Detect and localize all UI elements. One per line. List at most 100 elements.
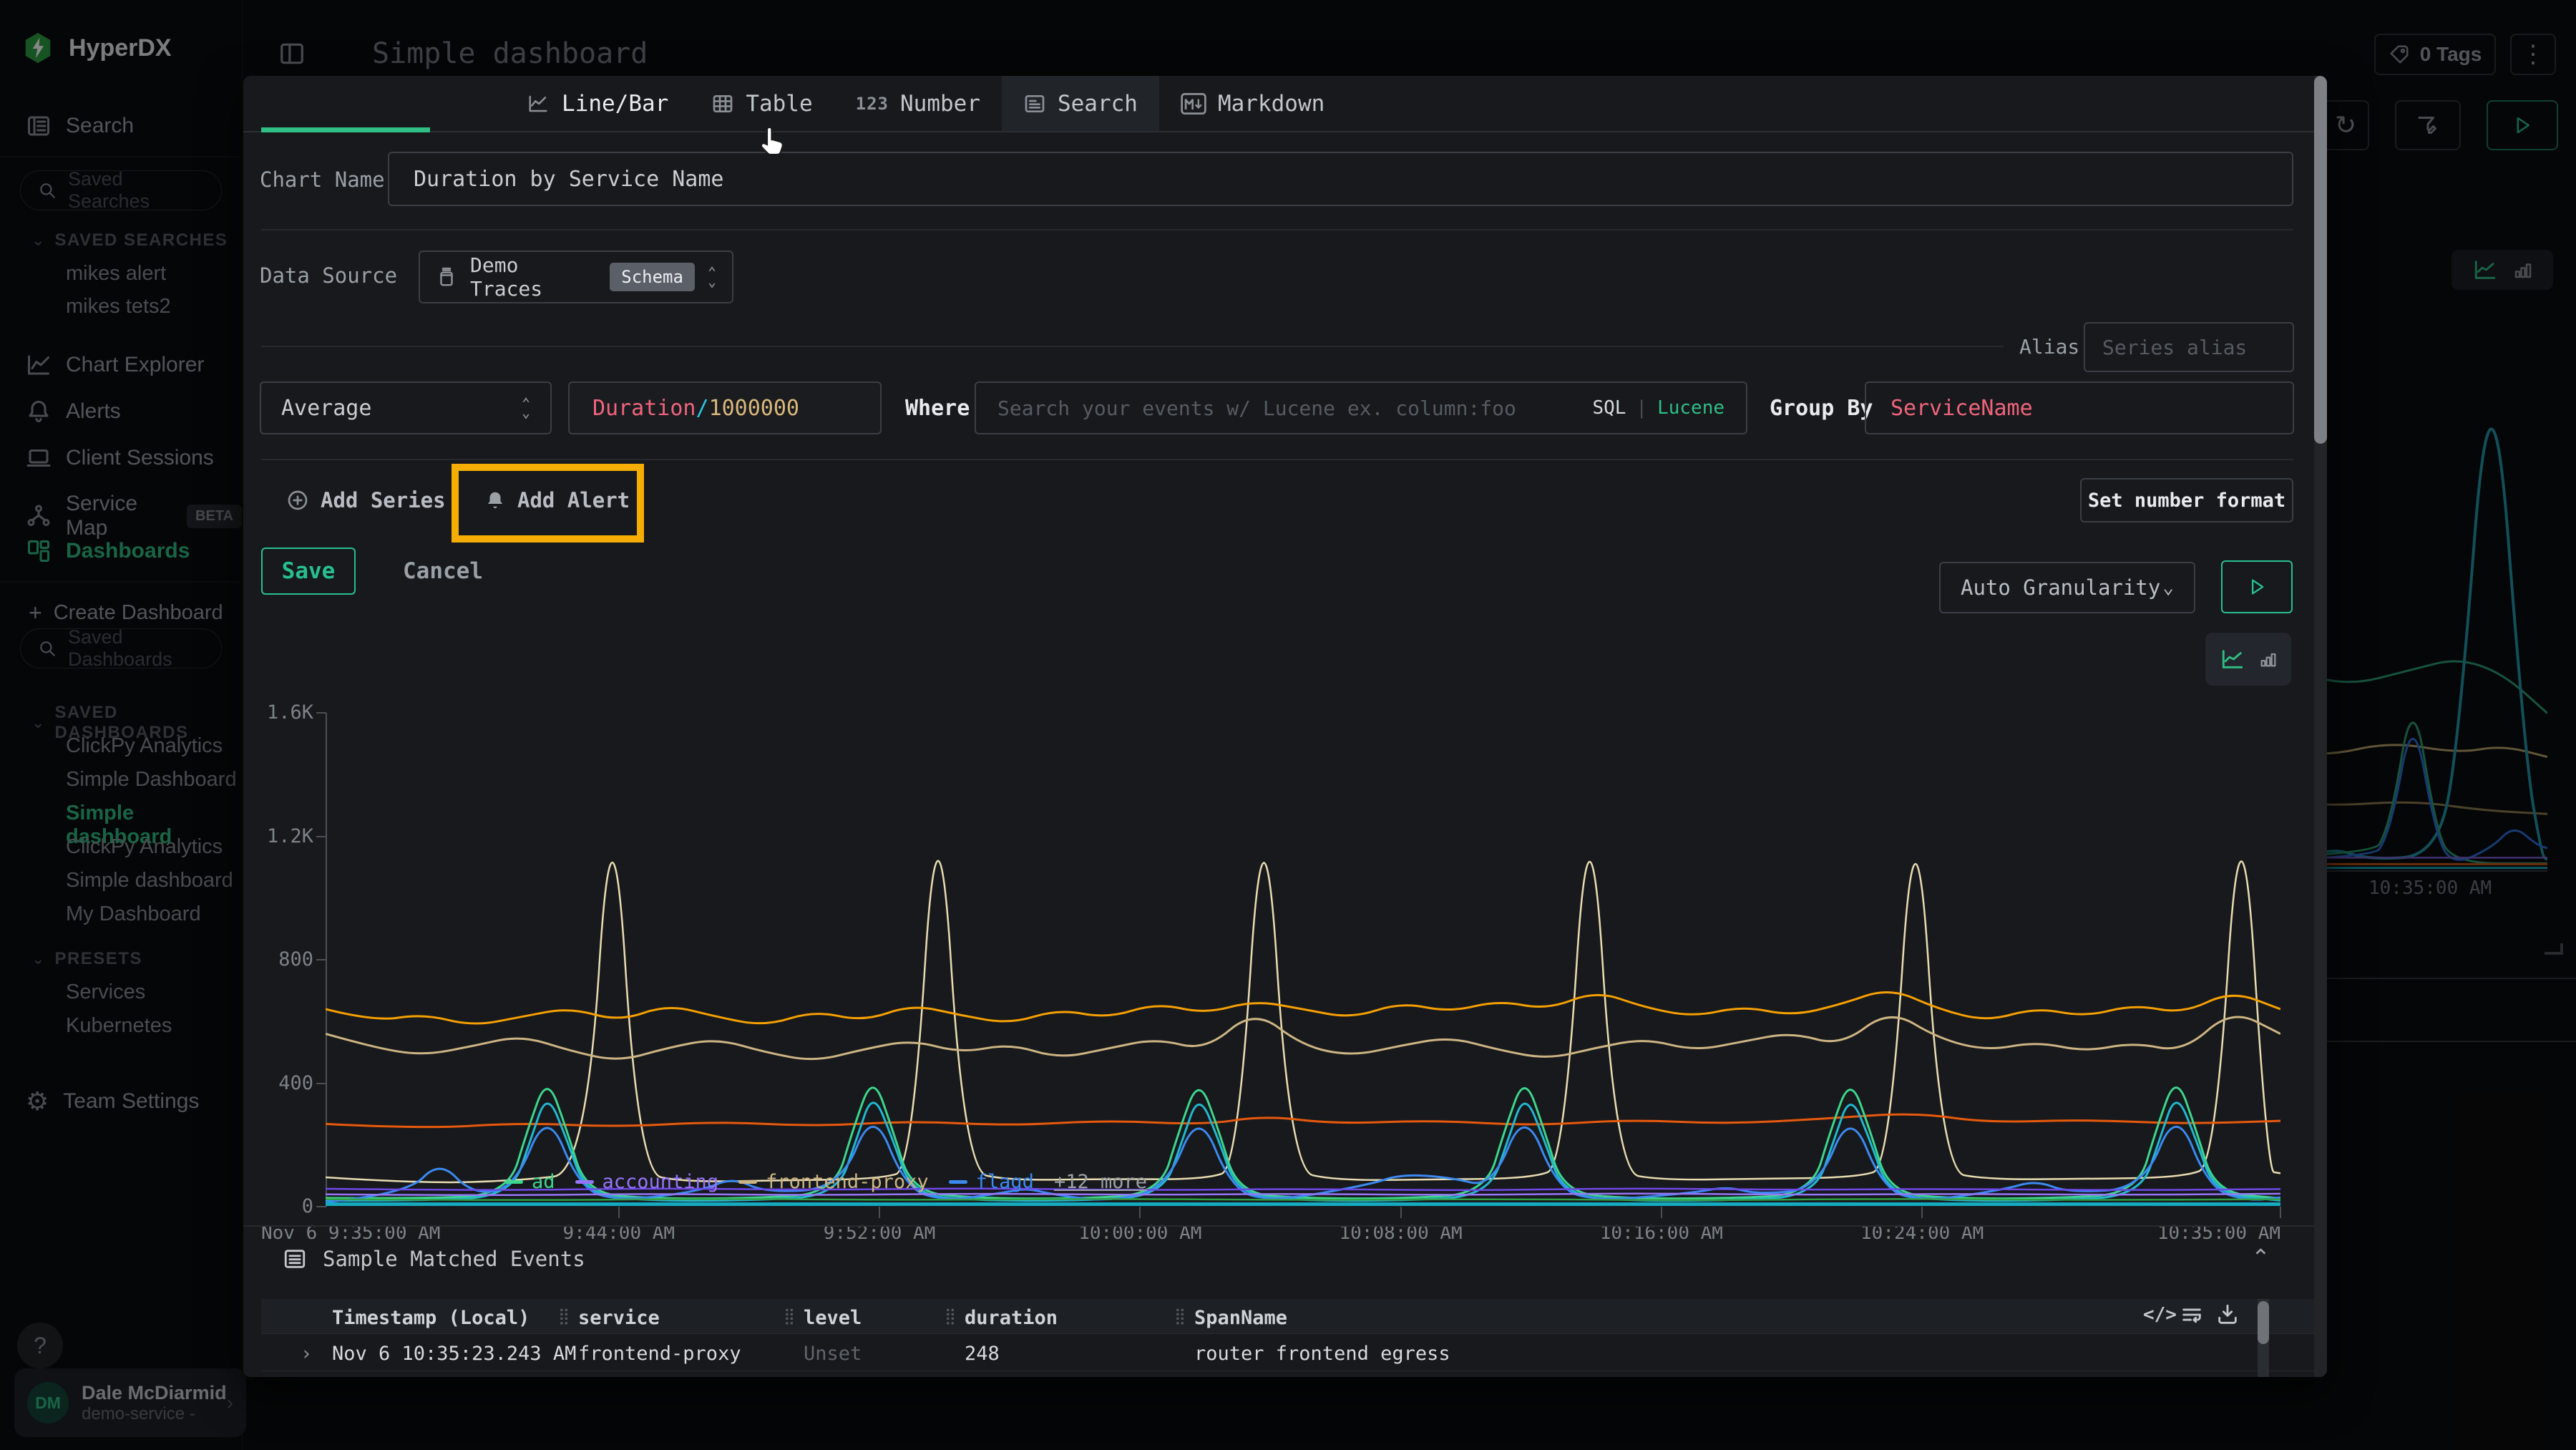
column-drag-handle[interactable]: ⣿ [558, 1307, 570, 1325]
lucene-toggle[interactable]: Lucene [1657, 397, 1724, 419]
save-button[interactable]: Save [261, 548, 356, 595]
add-alert-button[interactable]: Add Alert [484, 488, 630, 512]
active-tab-underline [261, 127, 430, 132]
bell-icon [484, 490, 506, 511]
tab-label: Number [900, 91, 980, 117]
column-header-duration[interactable]: duration [965, 1307, 1058, 1329]
tab-label: Markdown [1218, 91, 1324, 117]
aggregation-select[interactable]: Average ⌃⌄ [260, 381, 552, 434]
tab-line-icon [526, 93, 550, 115]
database-icon [436, 266, 457, 288]
events-table-header-bg [261, 1299, 2327, 1333]
legend-item-accounting[interactable]: accounting [575, 1171, 719, 1193]
y-tick-mark [316, 959, 326, 960]
series-green-flat [326, 1199, 2280, 1200]
legend-name: flagd [976, 1171, 1034, 1193]
x-tick-mark [1921, 1207, 1923, 1218]
series-dark-orange [326, 1114, 2280, 1127]
column-header-level[interactable]: level [804, 1307, 862, 1329]
table-scrollbar-thumb[interactable] [2258, 1301, 2269, 1344]
sql-toggle[interactable]: SQL [1592, 397, 1626, 419]
column-header-service[interactable]: service [578, 1307, 660, 1329]
sample-events-header: Sample Matched Events [283, 1247, 585, 1271]
download-icon[interactable] [2215, 1303, 2240, 1327]
tab-label: Table [746, 91, 812, 117]
code-view-icon[interactable]: </> [2143, 1304, 2177, 1325]
chart-name-input[interactable]: Duration by Service Name [388, 152, 2293, 206]
column-drag-handle[interactable]: ⣿ [784, 1307, 795, 1325]
cell: frontend-proxy [578, 1343, 741, 1365]
row-expand-chevron[interactable]: › [301, 1343, 312, 1365]
schema-badge[interactable]: Schema [610, 263, 695, 291]
circle-plus-icon [286, 489, 309, 512]
column-header-spanname[interactable]: SpanName [1194, 1307, 1287, 1329]
chevron-down-icon: ⌄ [2162, 577, 2174, 598]
alias-input[interactable]: Series alias [2084, 322, 2294, 372]
data-source-select[interactable]: Demo Traces Schema ⌃⌄ [419, 250, 733, 303]
table-row[interactable]: ›Nov 6 10:35:23.243 AMfrontend-proxyUnse… [261, 1371, 2327, 1377]
tab-number[interactable]: 123 Number [834, 76, 1002, 132]
cell: Nov 6 10:35:23.243 AM [332, 1343, 576, 1365]
tab-table-icon [711, 92, 734, 115]
x-tick-mark [2280, 1207, 2281, 1218]
y-tick-label: 800 [256, 948, 313, 970]
y-tick-mark [316, 836, 326, 837]
play-icon [2247, 577, 2267, 597]
column-header-timestamp-local-[interactable]: Timestamp (Local) [332, 1307, 530, 1329]
mouse-cursor-hand [757, 123, 790, 160]
legend-item-flagd[interactable]: flagd [949, 1171, 1034, 1193]
series-accounting-purple [326, 1194, 2280, 1195]
edit-chart-modal: Line/Bar Table 123 Number Search Markdown Cha… [243, 76, 2327, 1377]
tab-line-bar[interactable]: Line/Bar [504, 76, 690, 132]
granularity-select[interactable]: Auto Granularity ⌄ [1939, 562, 2195, 613]
legend-name: ad [532, 1171, 555, 1193]
x-tick-mark [1139, 1207, 1141, 1218]
legend-more[interactable]: +12 more [1054, 1171, 1147, 1193]
legend-name: frontend-proxy [766, 1171, 929, 1193]
chart-legend: ad accounting frontend-proxy flagd +12 more [504, 1171, 1147, 1193]
legend-name: accounting [602, 1171, 719, 1193]
legend-color-dash [504, 1180, 523, 1184]
cancel-button[interactable]: Cancel [403, 558, 483, 584]
updown-chevrons-icon: ⌃⌄ [708, 268, 716, 286]
y-tick-label: 1.2K [256, 825, 313, 847]
cell: 248 [965, 1343, 1000, 1365]
cell: Unset [804, 1343, 862, 1365]
run-chart-button[interactable] [2221, 560, 2293, 613]
set-number-format-button[interactable]: Set number format [2080, 478, 2293, 522]
x-tick-mark [879, 1207, 880, 1218]
chart-name-label: Chart Name [260, 167, 385, 192]
add-series-button[interactable]: Add Series [286, 488, 446, 512]
tab-label: Line/Bar [562, 91, 668, 117]
column-drag-handle[interactable]: ⣿ [1174, 1307, 1186, 1325]
legend-color-dash [949, 1180, 967, 1184]
series-khaki [326, 1017, 2280, 1059]
legend-color-dash [738, 1180, 757, 1184]
y-tick-label: 400 [256, 1072, 313, 1094]
chart-type-tabs: Line/Bar Table 123 Number Search Markdown [504, 76, 1346, 132]
expression-input[interactable]: Duration/1000000 [568, 381, 882, 434]
legend-item-ad[interactable]: ad [504, 1171, 555, 1193]
timeseries-chart: 04008001.2K1.6K Nov 6 9:35:00 AM9:44:00 … [243, 637, 2327, 1181]
column-drag-handle[interactable]: ⣿ [945, 1307, 956, 1325]
tab-search[interactable]: Search [1002, 76, 1159, 132]
wrap-lines-icon[interactable] [2180, 1303, 2204, 1327]
series-spikes-cream [326, 861, 2280, 1182]
where-input[interactable]: Search your events w/ Lucene ex. column:… [975, 381, 1747, 434]
tab-123-icon: 123 [856, 94, 889, 114]
sample-events-title: Sample Matched Events [323, 1247, 585, 1271]
group-by-input[interactable]: ServiceName [1865, 381, 2294, 434]
modal-scrollbar-thumb[interactable] [2314, 76, 2327, 444]
cell: router frontend egress [1194, 1343, 1450, 1365]
data-source-label: Data Source [260, 263, 397, 288]
table-row[interactable]: › Nov 6 10:35:23.243 AMfrontend-proxy Unse… [261, 1333, 2327, 1371]
legend-color-dash [575, 1180, 594, 1184]
tab-markdown[interactable]: Markdown [1159, 76, 1346, 132]
collapse-section-icon[interactable]: ⌃ [2251, 1244, 2270, 1271]
y-tick-mark [316, 712, 326, 714]
legend-item-frontend-proxy[interactable]: frontend-proxy [738, 1171, 929, 1193]
tab-label: Search [1058, 91, 1138, 117]
series-orange [326, 992, 2280, 1023]
y-tick-label: 1.6K [256, 701, 313, 724]
y-tick-label: 0 [256, 1195, 313, 1217]
